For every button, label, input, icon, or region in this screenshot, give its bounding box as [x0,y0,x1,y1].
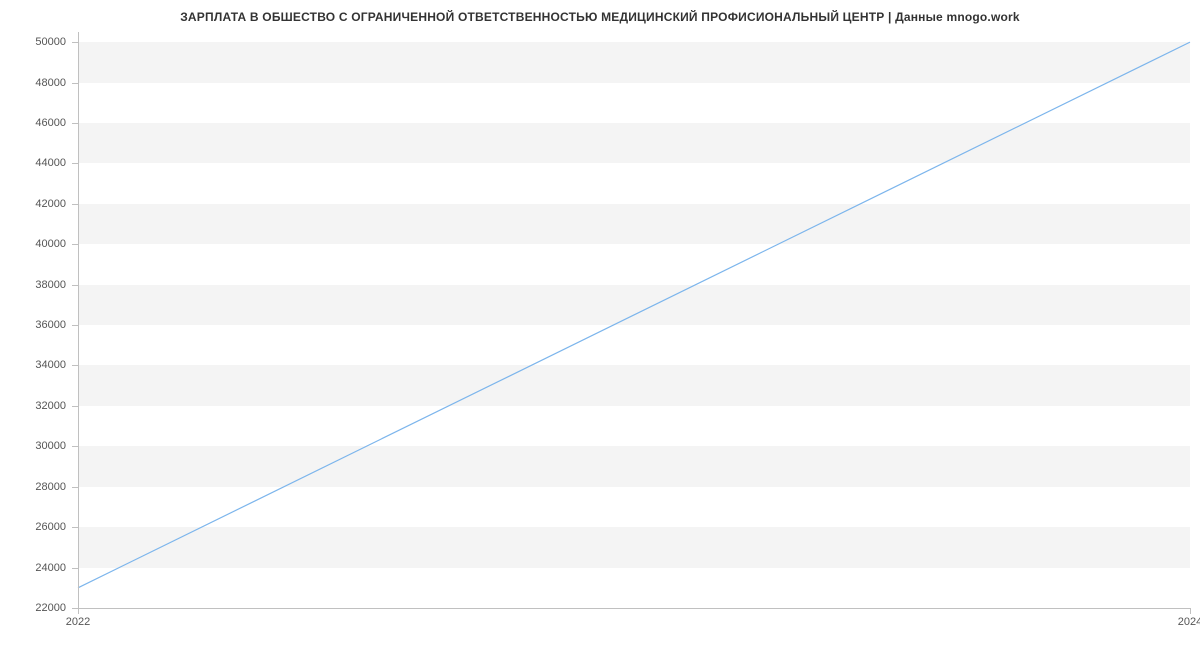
x-tick [1190,608,1191,614]
y-tick-label: 34000 [6,359,66,371]
y-tick-label: 26000 [6,521,66,533]
y-tick-label: 30000 [6,440,66,452]
plot-area [78,32,1190,608]
y-tick [72,163,78,164]
y-tick [72,527,78,528]
y-tick [72,487,78,488]
data-line [78,42,1190,588]
y-tick [72,325,78,326]
y-tick-label: 28000 [6,481,66,493]
y-tick-label: 46000 [6,117,66,129]
y-tick-label: 48000 [6,77,66,89]
y-axis-line [78,32,79,608]
y-tick [72,406,78,407]
y-tick-label: 44000 [6,157,66,169]
x-axis-line [78,608,1190,609]
y-tick [72,568,78,569]
y-tick [72,285,78,286]
y-tick-label: 50000 [6,36,66,48]
y-tick-label: 36000 [6,319,66,331]
y-tick [72,42,78,43]
chart-container: ЗАРПЛАТА В ОБШЕСТВО С ОГРАНИЧЕННОЙ ОТВЕТ… [0,0,1200,650]
y-tick-label: 22000 [6,602,66,614]
chart-title: ЗАРПЛАТА В ОБШЕСТВО С ОГРАНИЧЕННОЙ ОТВЕТ… [0,10,1200,24]
y-tick-label: 42000 [6,198,66,210]
x-tick-label: 2022 [66,616,90,628]
y-tick-label: 32000 [6,400,66,412]
y-tick [72,123,78,124]
y-tick-label: 24000 [6,562,66,574]
y-tick [72,446,78,447]
y-tick [72,365,78,366]
y-tick [72,83,78,84]
x-tick-label: 2024 [1178,616,1200,628]
y-tick [72,244,78,245]
x-tick [78,608,79,614]
y-tick [72,204,78,205]
y-tick-label: 38000 [6,279,66,291]
y-tick-label: 40000 [6,238,66,250]
chart-line-svg [78,32,1190,608]
